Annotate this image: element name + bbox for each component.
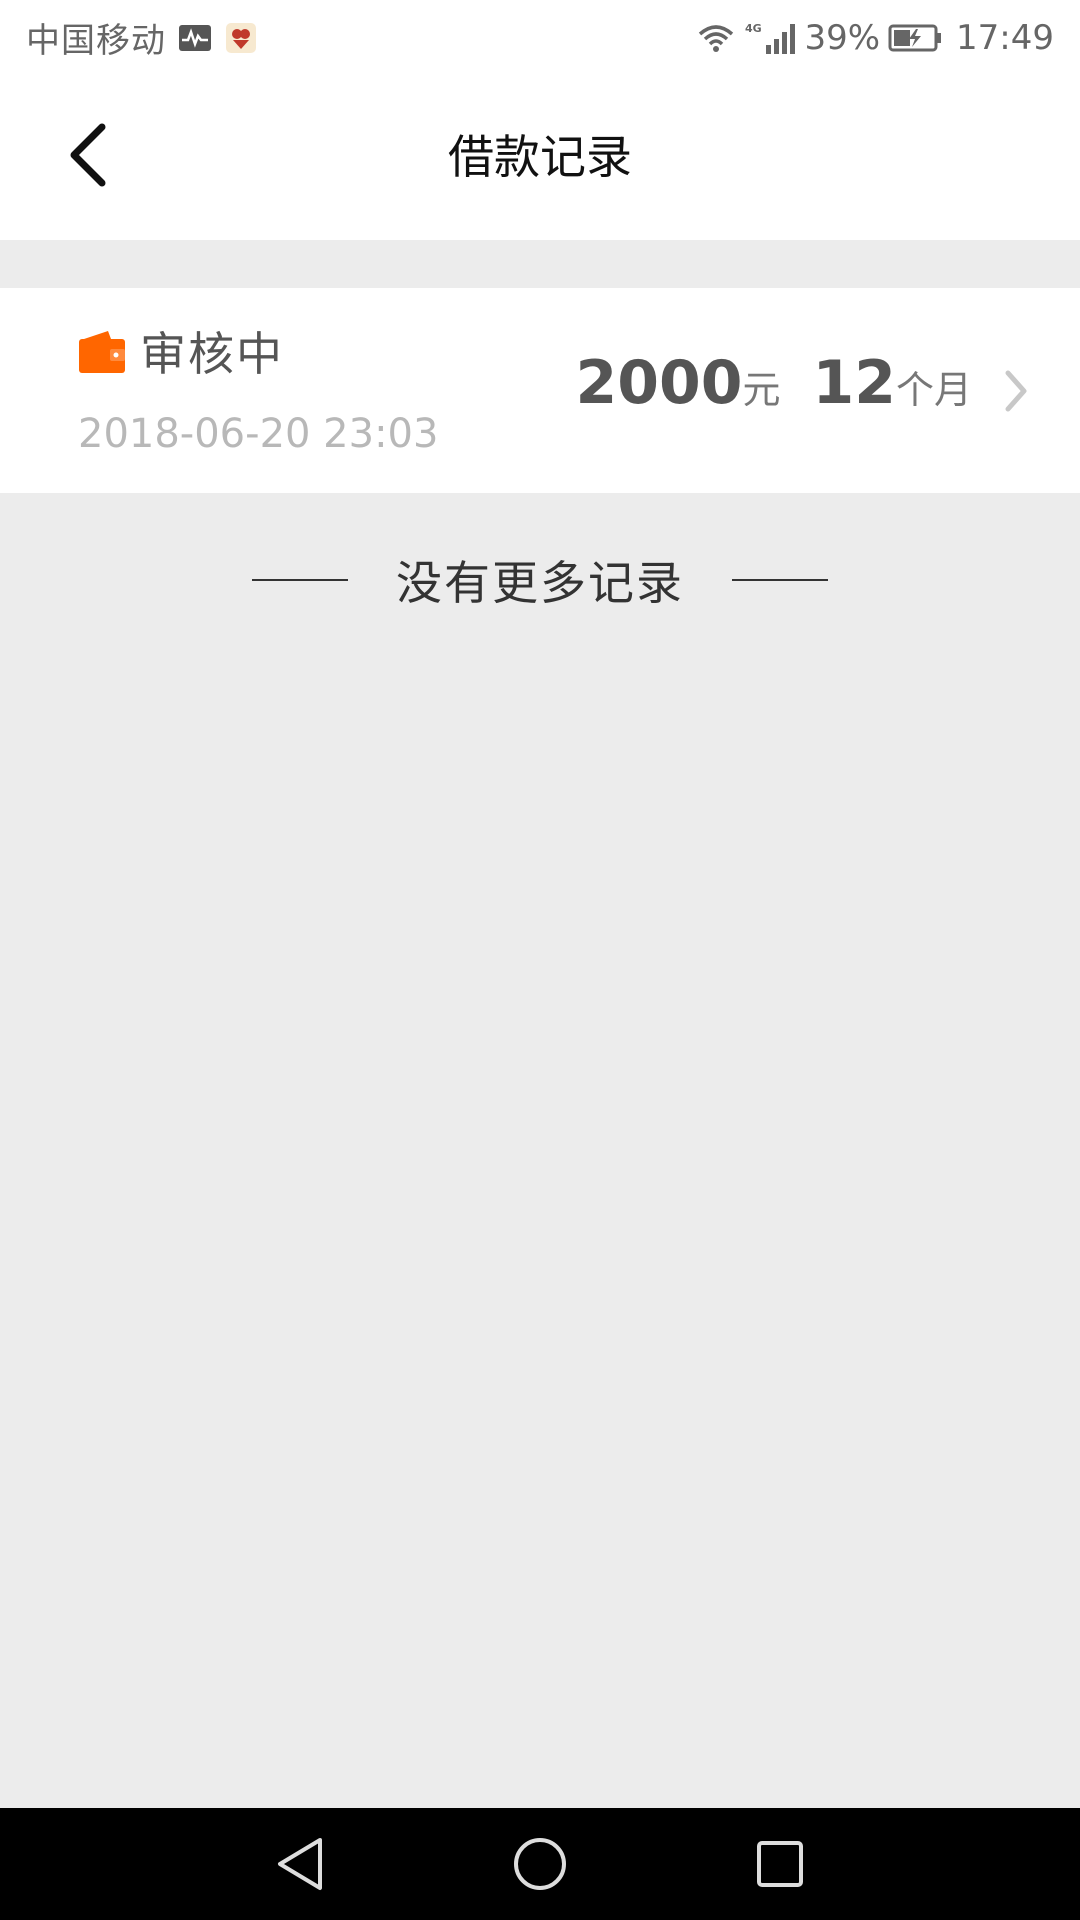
- battery-charging-icon: [888, 23, 944, 53]
- record-status: 审核中: [140, 327, 284, 381]
- loan-amount-unit: 元: [742, 368, 781, 412]
- square-recent-icon: [757, 1841, 803, 1887]
- record-status-row: 审核中: [78, 318, 284, 384]
- loan-term: 12: [812, 348, 896, 418]
- system-nav-bar: [0, 1808, 1080, 1920]
- divider-right: [732, 579, 828, 581]
- triangle-back-icon: [278, 1838, 322, 1890]
- carrier-name: 中国移动: [26, 21, 166, 61]
- network-type-label: 4G: [745, 22, 762, 35]
- status-bar: 中国移动 4G 39% 17:49: [0, 0, 1080, 75]
- battery-percent: 39%: [804, 17, 881, 58]
- chevron-right-icon: [996, 366, 1036, 416]
- loan-record-item[interactable]: 审核中 2018-06-20 23:03 2000 元 12 个月: [0, 288, 1080, 493]
- clock: 17:49: [956, 17, 1054, 58]
- system-home-button[interactable]: [480, 1808, 600, 1920]
- loan-amount: 2000: [575, 348, 743, 418]
- nav-bar: 借款记录: [0, 75, 1080, 240]
- record-values: 2000 元 12 个月: [575, 348, 972, 418]
- system-back-button[interactable]: [240, 1808, 360, 1920]
- status-left: 中国移动: [26, 13, 258, 62]
- no-more-records-text: 没有更多记录: [396, 556, 684, 610]
- record-date: 2018-06-20 23:03: [78, 411, 439, 457]
- wifi-icon: [696, 22, 736, 54]
- activity-monitor-icon: [178, 24, 212, 52]
- status-right: 4G 39% 17:49: [688, 18, 1054, 58]
- page-title: 借款记录: [448, 130, 632, 184]
- divider-left: [252, 579, 348, 581]
- wallet-icon: [78, 327, 126, 375]
- circle-home-icon: [514, 1838, 566, 1890]
- no-more-records: 没有更多记录: [0, 545, 1080, 615]
- loan-term-unit: 个月: [895, 368, 972, 412]
- cellular-signal-icon: 4G: [744, 21, 798, 55]
- app-notification-icon: [224, 21, 258, 55]
- system-recent-apps-button[interactable]: [720, 1808, 840, 1920]
